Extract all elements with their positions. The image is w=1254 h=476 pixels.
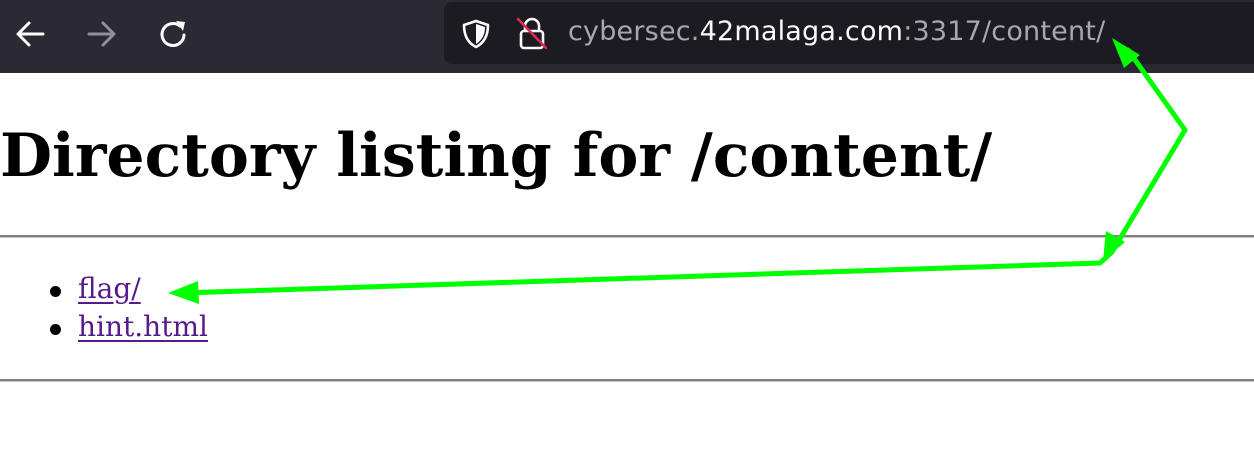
divider-bottom — [0, 379, 1254, 382]
url-bar[interactable]: cybersec.42malaga.com:3317/content/ — [444, 2, 1254, 64]
back-button[interactable] — [10, 14, 50, 54]
arrow-right-icon — [87, 21, 116, 47]
reload-icon — [160, 21, 186, 47]
insecure-lock-icon[interactable] — [516, 16, 548, 50]
url-domain: 42malaga.com — [699, 16, 904, 47]
link-hint-html[interactable]: hint.html — [78, 310, 208, 343]
arrow-left-icon — [16, 21, 45, 47]
directory-listing: flag/ hint.html — [0, 270, 208, 346]
page-title: Directory listing for /content/ — [0, 121, 993, 191]
browser-toolbar: cybersec.42malaga.com:3317/content/ — [0, 0, 1254, 73]
url-prefix: cybersec. — [568, 16, 700, 47]
url-text[interactable]: cybersec.42malaga.com:3317/content/ — [568, 16, 1105, 47]
bullet — [50, 324, 61, 335]
list-item: hint.html — [0, 308, 208, 346]
link-flag[interactable]: flag/ — [78, 272, 141, 305]
forward-button[interactable] — [82, 14, 122, 54]
bullet — [50, 286, 61, 297]
url-path: :3317/content/ — [903, 16, 1106, 47]
reload-button[interactable] — [154, 14, 194, 54]
shield-icon[interactable] — [460, 18, 492, 50]
divider-top — [0, 235, 1254, 238]
list-item: flag/ — [0, 270, 208, 308]
